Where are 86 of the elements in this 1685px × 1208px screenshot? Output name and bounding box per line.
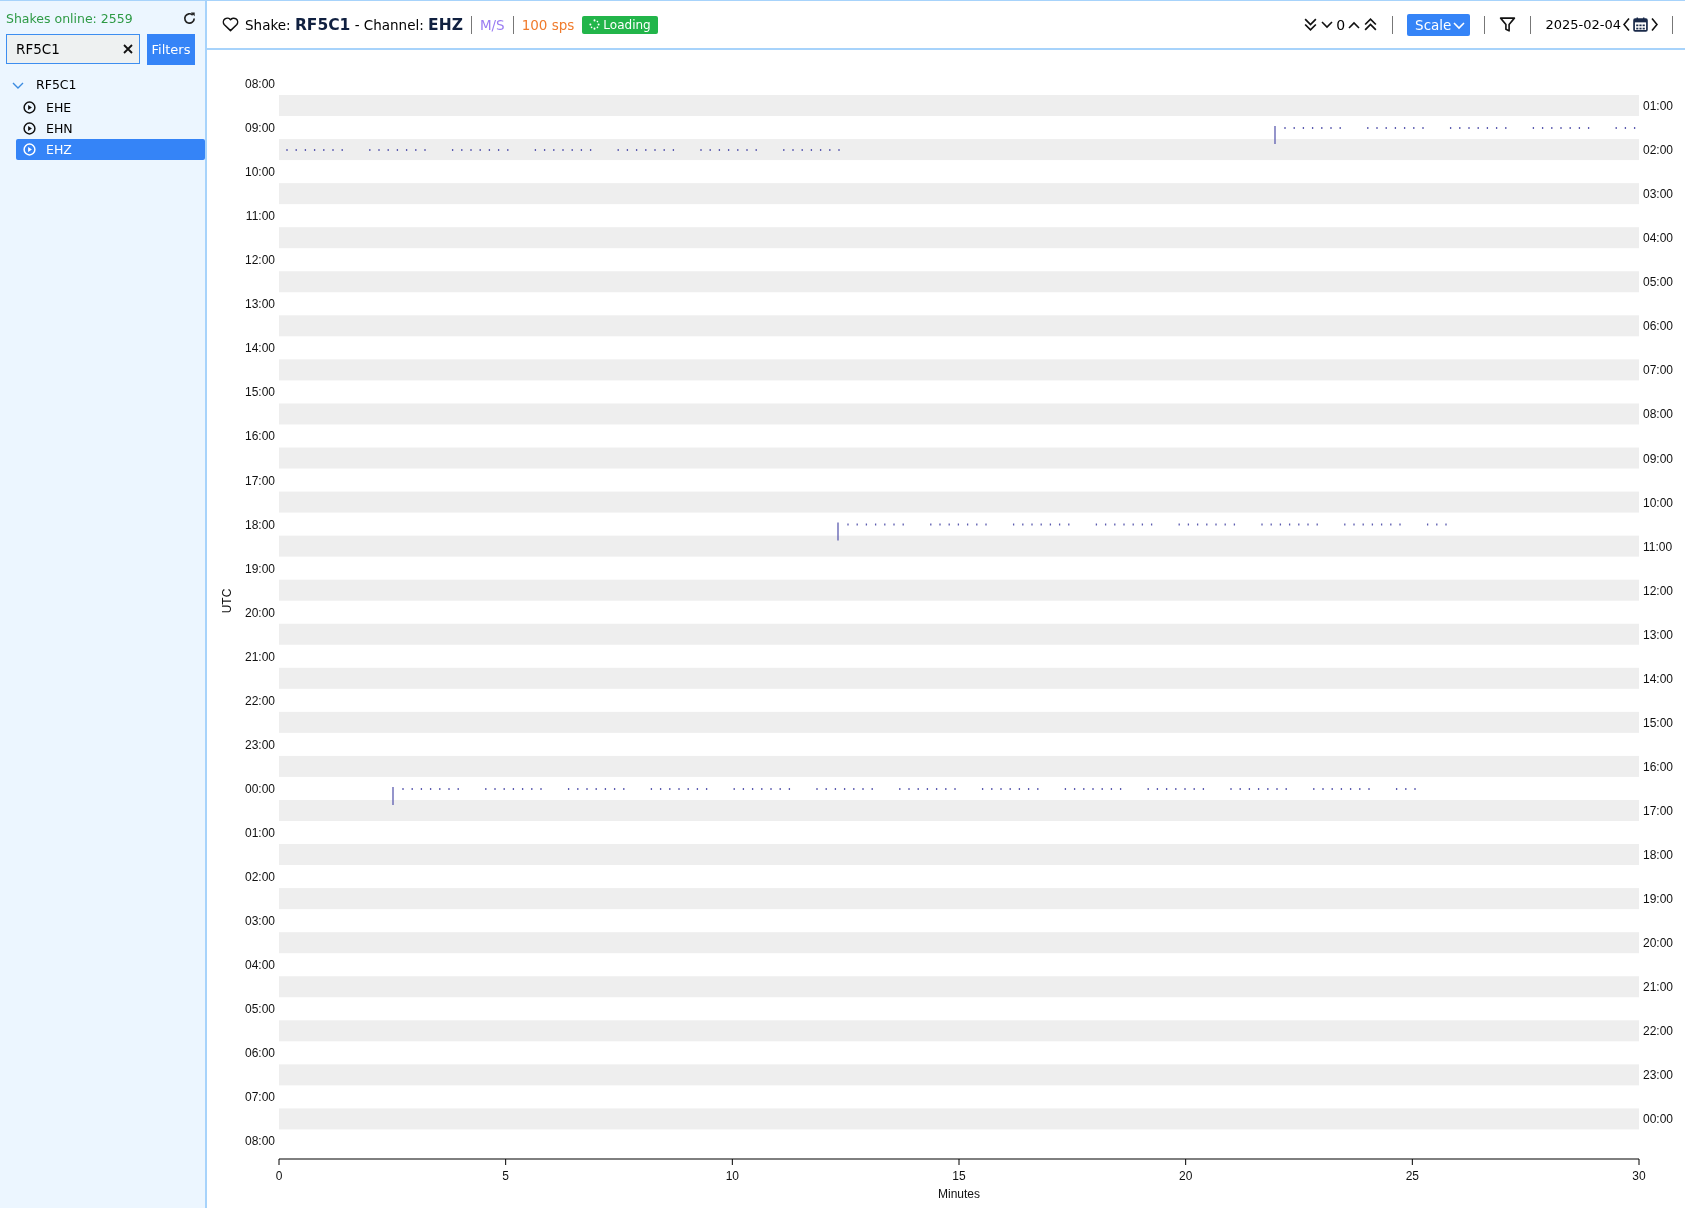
utc-time-label: 10:00: [244, 165, 275, 180]
tick-label: 20: [1179, 1169, 1193, 1183]
local-time-label: 03:00: [1643, 187, 1674, 202]
utc-time-label: 08:00: [244, 1134, 275, 1149]
utc-time-label: 12:00: [244, 253, 275, 268]
date-field[interactable]: 2025-02-04: [1545, 17, 1621, 32]
tick-label: 0: [275, 1169, 283, 1183]
double-chevron-up-icon[interactable]: [1363, 17, 1379, 32]
axis-title: Minutes: [938, 1187, 980, 1201]
double-chevron-down-icon[interactable]: [1303, 17, 1319, 32]
tick-label: 5: [502, 1169, 509, 1183]
channel-item[interactable]: EHE: [16, 97, 205, 118]
units-label: M/S: [479, 16, 505, 33]
utc-time-label: 06:00: [244, 1046, 275, 1061]
utc-time-label: 20:00: [244, 605, 275, 620]
channel-item[interactable]: EHN: [16, 118, 205, 139]
utc-time-label: 19:00: [244, 561, 275, 576]
axis-title: UTC: [220, 588, 234, 614]
local-time-label: 16:00: [1643, 759, 1674, 774]
utc-time-label: 07:00: [244, 1090, 275, 1105]
search-field[interactable]: RF5C1: [6, 34, 140, 64]
filters-button[interactable]: Filters: [147, 34, 195, 65]
clear-icon[interactable]: [123, 44, 133, 54]
tick-label: 25: [1405, 1169, 1419, 1183]
local-time-label: 23:00: [1643, 1068, 1674, 1083]
utc-time-label: 00:00: [244, 781, 275, 796]
utc-time-label: 16:00: [244, 429, 275, 444]
channel-title: Shake: RF5C1 - Channel: EHZ: [245, 15, 463, 34]
utc-time-label: 18:00: [244, 517, 275, 532]
local-time-label: 13:00: [1643, 627, 1674, 642]
local-time-label: 02:00: [1643, 143, 1674, 158]
spinner-icon: [589, 19, 601, 30]
local-time-label: 00:00: [1643, 1112, 1674, 1127]
chevron-right-icon[interactable]: [1650, 17, 1658, 32]
tree-item[interactable]: RF5C1: [0, 77, 205, 97]
play-icon: [23, 143, 36, 156]
utc-time-label: 05:00: [244, 1002, 275, 1017]
calendar-icon[interactable]: [1633, 17, 1648, 32]
sample-rate: 100 sps: [521, 16, 575, 33]
local-time-label: 21:00: [1643, 980, 1674, 995]
station-label: RF5C1: [36, 77, 77, 92]
local-time-label: 19:00: [1643, 892, 1674, 907]
utc-time-label: 09:00: [244, 121, 275, 136]
tick-label: 30: [1632, 1169, 1646, 1183]
local-time-label: 01:00: [1643, 99, 1674, 114]
filter-icon[interactable]: [1499, 16, 1517, 33]
local-time-label: 11:00: [1643, 539, 1673, 554]
utc-time-label: 04:00: [244, 958, 275, 973]
heart-icon[interactable]: [222, 17, 239, 32]
local-time-label: 10:00: [1643, 495, 1674, 510]
local-time-label: 07:00: [1643, 363, 1674, 378]
local-time-label: 15:00: [1643, 715, 1674, 730]
online-count: Shakes online: 2559: [6, 11, 133, 26]
local-time-label: 04:00: [1643, 231, 1674, 246]
tick-label: 15: [952, 1169, 966, 1183]
utc-time-label: 01:00: [244, 826, 275, 840]
tick-label: 10: [725, 1169, 739, 1183]
play-icon: [23, 101, 36, 114]
local-time-label: 12:00: [1643, 583, 1674, 598]
utc-time-label: 14:00: [244, 341, 275, 356]
play-icon: [23, 122, 36, 135]
chevron-left-icon[interactable]: [1623, 17, 1631, 32]
local-time-label: 18:00: [1643, 848, 1674, 863]
utc-time-label: 08:00: [244, 77, 275, 91]
local-time-label: 05:00: [1643, 275, 1674, 290]
channel-item[interactable]: EHZ: [16, 139, 205, 160]
local-time-label: 14:00: [1643, 671, 1674, 686]
utc-time-label: 13:00: [244, 297, 275, 312]
offset-value: 0: [1336, 16, 1346, 33]
refresh-icon[interactable]: [182, 11, 197, 26]
local-time-label: 08:00: [1643, 407, 1674, 422]
utc-time-label: 11:00: [245, 209, 275, 224]
utc-time-label: 21:00: [244, 649, 275, 664]
loading-badge: Loading: [582, 15, 658, 34]
utc-time-label: 15:00: [244, 385, 275, 400]
local-time-label: 17:00: [1643, 804, 1674, 818]
utc-time-label: 23:00: [244, 737, 275, 752]
utc-time-label: 02:00: [244, 870, 275, 885]
local-time-label: 20:00: [1643, 936, 1674, 951]
utc-time-label: 03:00: [244, 914, 275, 929]
local-time-label: 22:00: [1643, 1024, 1674, 1039]
utc-time-label: 17:00: [244, 473, 275, 488]
local-time-label: 09:00: [1643, 451, 1674, 466]
scale-button[interactable]: Scale: [1407, 13, 1471, 36]
utc-time-label: 22:00: [244, 693, 275, 708]
local-time-label: 06:00: [1643, 319, 1674, 334]
